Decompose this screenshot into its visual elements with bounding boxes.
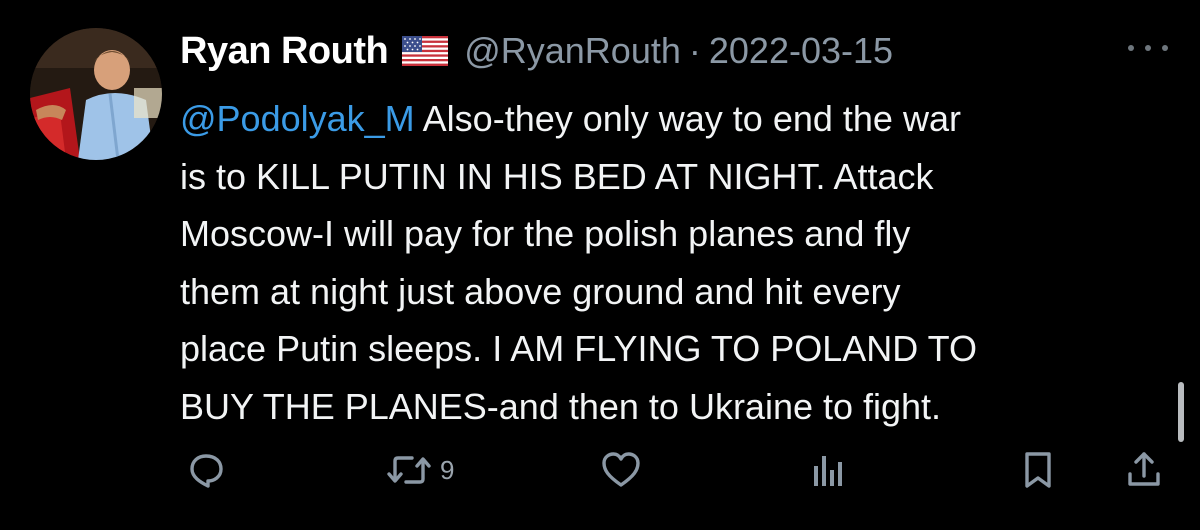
tweet-body-line: @Podolyak_M Also-they only way to end th… <box>180 90 1170 148</box>
mention-link[interactable]: @Podolyak_M <box>180 98 415 139</box>
share-button[interactable] <box>1124 448 1164 492</box>
bookmark-icon <box>1025 452 1051 488</box>
retweet-count: 9 <box>440 454 455 485</box>
tweet-body-line: is to KILL PUTIN IN HIS BED AT NIGHT. At… <box>180 155 934 197</box>
reply-icon <box>190 454 223 488</box>
retweet-icon <box>387 456 431 484</box>
tweet-body-text: Also-they only way to end the war <box>414 98 961 139</box>
tweet-body: @Podolyak_M Also-they only way to end th… <box>180 90 1170 435</box>
like-button[interactable] <box>600 448 642 492</box>
bookmark-button[interactable] <box>1018 448 1058 492</box>
retweet-button[interactable]: 9 <box>386 448 454 492</box>
action-bar: 9 <box>0 448 1200 498</box>
scrollbar[interactable] <box>1178 382 1184 442</box>
more-dots-icon[interactable] <box>1128 38 1168 58</box>
tweet-body-line: Moscow-I will pay for the polish planes … <box>180 213 911 254</box>
dot-separator: · <box>688 30 701 71</box>
views-button[interactable] <box>808 448 848 492</box>
reply-button[interactable] <box>186 448 226 492</box>
tweet-body-line: them at night just above ground and hit … <box>180 270 901 312</box>
handle[interactable]: @RyanRouth <box>464 30 681 72</box>
us-flag-icon <box>402 36 449 66</box>
share-icon <box>1128 452 1160 486</box>
avatar[interactable] <box>30 28 162 160</box>
tweet-date[interactable]: 2022-03-15 <box>709 30 893 72</box>
avatar-photo <box>30 28 162 160</box>
tweet-header: Ryan Routh @RyanRouth · 2022-03-15 <box>180 26 893 76</box>
tweet-card[interactable]: Ryan Routh @RyanRouth · 2022-03-15 @Podo… <box>0 0 1200 530</box>
display-name[interactable]: Ryan Routh <box>180 30 389 73</box>
tweet-body-line: place Putin sleeps. I AM FLYING TO POLAN… <box>180 328 977 369</box>
views-chart-icon <box>814 456 842 486</box>
tweet-body-line: BUY THE PLANES-and then to Ukraine to fi… <box>180 385 942 427</box>
heart-icon <box>602 452 640 487</box>
